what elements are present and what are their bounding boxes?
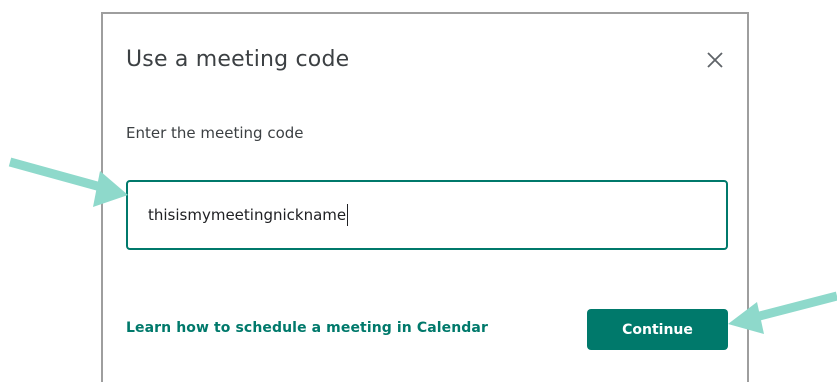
arrow-icon xyxy=(728,291,837,334)
arrow-annotation-continue xyxy=(728,291,837,334)
